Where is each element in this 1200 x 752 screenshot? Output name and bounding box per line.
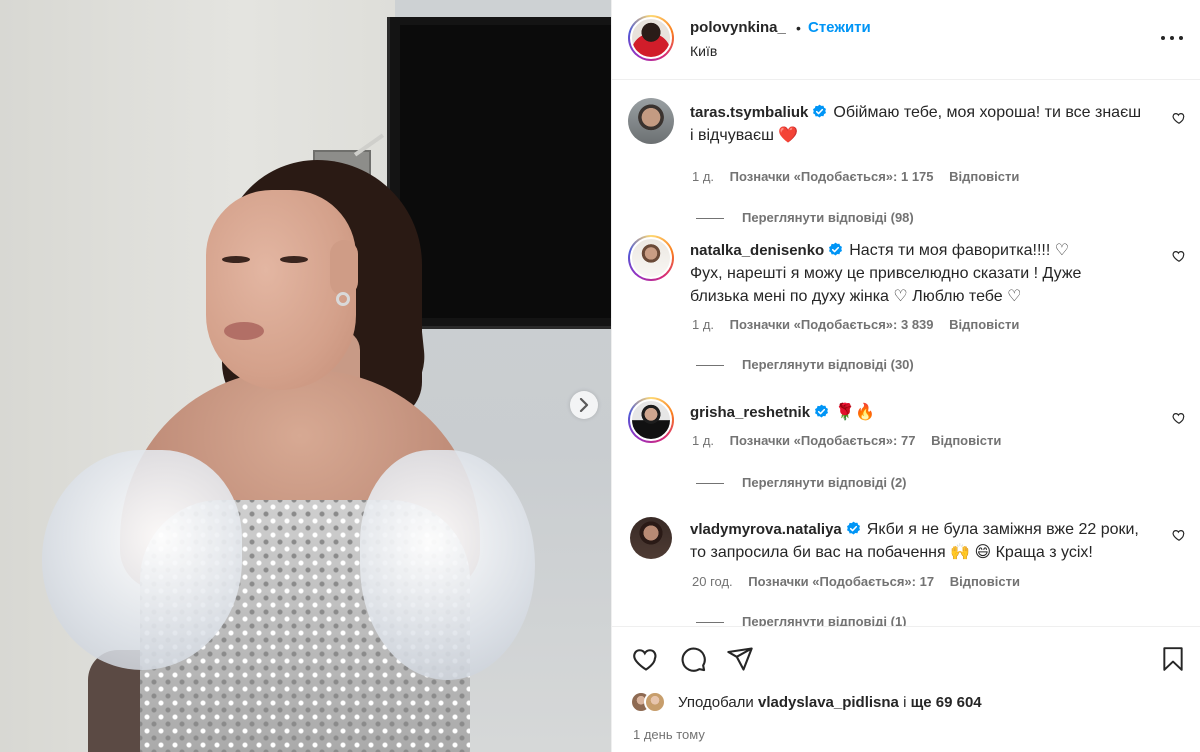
verified-badge-icon (815, 404, 829, 418)
separator-dot: • (796, 20, 801, 36)
view-replies-label: Переглянути відповіді (2) (742, 475, 907, 490)
commenter-avatar[interactable] (628, 98, 674, 144)
view-replies-button[interactable]: Переглянути відповіді (2) (696, 475, 907, 490)
comment-text-line2: Фух, нарешті я можу це привселюдно сказа… (690, 265, 1082, 282)
comment-text-line2: то запросила би вас на побачення 🙌 😄 Кра… (690, 544, 1093, 561)
view-replies-label: Переглянути відповіді (30) (742, 357, 914, 372)
lips (224, 322, 264, 340)
comment-meta: 20 год. Позначки «Подобається»: 17 Відпо… (692, 574, 1032, 589)
post-media[interactable] (0, 0, 611, 752)
author-username[interactable]: polovynkina_ (690, 19, 786, 36)
comments-list[interactable]: taras.tsymbaliuk Обіймаю тебе, моя хороша… (612, 81, 1200, 626)
bookmark-icon[interactable] (1160, 645, 1186, 673)
liked-prefix: Уподобали (678, 694, 754, 711)
replies-line (696, 483, 724, 485)
post-date[interactable]: 1 день тому (633, 727, 705, 742)
commenter-username[interactable]: vladymyrova.nataliya (690, 521, 842, 538)
earring (336, 292, 350, 306)
comment-text: Обіймаю тебе, моя хороша! ти все знаєш (833, 104, 1142, 121)
comment-body: vladymyrova.nataliya Якби я не була заміж… (690, 518, 1160, 564)
commenter-avatar[interactable] (628, 235, 674, 281)
reply-button[interactable]: Відповісти (949, 169, 1019, 184)
like-comment-icon[interactable] (1172, 411, 1186, 425)
comment-time: 1 д. (692, 433, 715, 448)
comment-text: Якби я не була заміжня вже 22 роки, (866, 521, 1139, 538)
view-replies-button[interactable]: Переглянути відповіді (30) (696, 357, 914, 372)
comment-text-line2: і відчуваєш (690, 127, 774, 144)
comment-likes[interactable]: Позначки «Подобається»: 3 839 (730, 317, 934, 332)
reply-button[interactable]: Відповісти (950, 574, 1020, 589)
eye-left (222, 256, 250, 263)
author-avatar[interactable] (628, 15, 674, 61)
heart-icon[interactable] (632, 645, 660, 673)
verified-badge-icon (813, 104, 827, 118)
comment-text: Настя ти моя фаворитка!!!! ♡ (849, 242, 1070, 259)
comment-body: natalka_denisenko Настя ти моя фаворитка!… (690, 239, 1160, 308)
view-replies-label: Переглянути відповіді (1) (742, 614, 907, 626)
next-media-button[interactable] (570, 391, 598, 419)
sleeve-left (42, 450, 242, 670)
post-actions: Уподобали vladyslava_pidlisna і ще 69 60… (612, 626, 1200, 752)
reply-button[interactable]: Відповісти (931, 433, 1001, 448)
view-replies-button[interactable]: Переглянути відповіді (98) (696, 210, 914, 225)
post-location[interactable]: Київ (690, 43, 717, 59)
comment-text-line3: близька мені по духу жінка ♡ Люблю тебе … (690, 288, 1022, 305)
reply-button[interactable]: Відповісти (949, 317, 1019, 332)
replies-line (696, 365, 724, 367)
comment-body: taras.tsymbaliuk Обіймаю тебе, моя хороша… (690, 101, 1160, 147)
replies-line (696, 622, 724, 624)
post-sidebar: polovynkina_ • Стежити Київ taras.tsymba… (611, 0, 1200, 752)
comment-text: 🌹🔥 (835, 404, 875, 421)
like-comment-icon[interactable] (1172, 249, 1186, 263)
follow-button[interactable]: Стежити (808, 19, 871, 36)
comment-icon[interactable] (679, 645, 707, 673)
more-options-icon[interactable] (1160, 28, 1184, 48)
commenter-username[interactable]: natalka_denisenko (690, 242, 824, 259)
comment-time: 20 год. (692, 574, 733, 589)
comment-meta: 1 д. Позначки «Подобається»: 1 175 Відпо… (692, 169, 1031, 184)
like-comment-icon[interactable] (1172, 528, 1186, 542)
share-icon[interactable] (726, 645, 754, 673)
view-replies-button[interactable]: Переглянути відповіді (1) (696, 614, 907, 626)
ear (330, 240, 358, 296)
sleeve-right (360, 450, 535, 680)
eye-right (280, 256, 308, 263)
like-comment-icon[interactable] (1172, 111, 1186, 125)
heart-emoji: ❤️ (778, 127, 799, 144)
view-replies-label: Переглянути відповіді (98) (742, 210, 914, 225)
verified-badge-icon (846, 521, 860, 535)
post-header: polovynkina_ • Стежити Київ (612, 0, 1200, 80)
liker-avatar[interactable] (644, 691, 666, 713)
liked-middle: і (903, 694, 907, 711)
chevron-right-icon (579, 398, 589, 412)
commenter-username[interactable]: taras.tsymbaliuk (690, 104, 808, 121)
comment-body: grisha_reshetnik 🌹🔥 (690, 401, 1160, 424)
liked-user-link[interactable]: vladyslava_pidlisna (758, 694, 899, 711)
commenter-avatar[interactable] (628, 397, 674, 443)
replies-line (696, 218, 724, 220)
comment-likes[interactable]: Позначки «Подобається»: 1 175 (730, 169, 934, 184)
comment-time: 1 д. (692, 169, 715, 184)
comment-likes[interactable]: Позначки «Подобається»: 17 (748, 574, 934, 589)
comment-time: 1 д. (692, 317, 715, 332)
comment-meta: 1 д. Позначки «Подобається»: 77 Відповіс… (692, 433, 1013, 448)
comment-meta: 1 д. Позначки «Подобається»: 3 839 Відпо… (692, 317, 1031, 332)
liked-by-text: Уподобали vladyslava_pidlisna і ще 69 60… (678, 694, 982, 711)
comment-likes[interactable]: Позначки «Подобається»: 77 (730, 433, 916, 448)
commenter-avatar[interactable] (630, 517, 672, 559)
commenter-username[interactable]: grisha_reshetnik (690, 404, 810, 421)
likes-count-link[interactable]: ще 69 604 (911, 694, 982, 711)
verified-badge-icon (829, 242, 843, 256)
